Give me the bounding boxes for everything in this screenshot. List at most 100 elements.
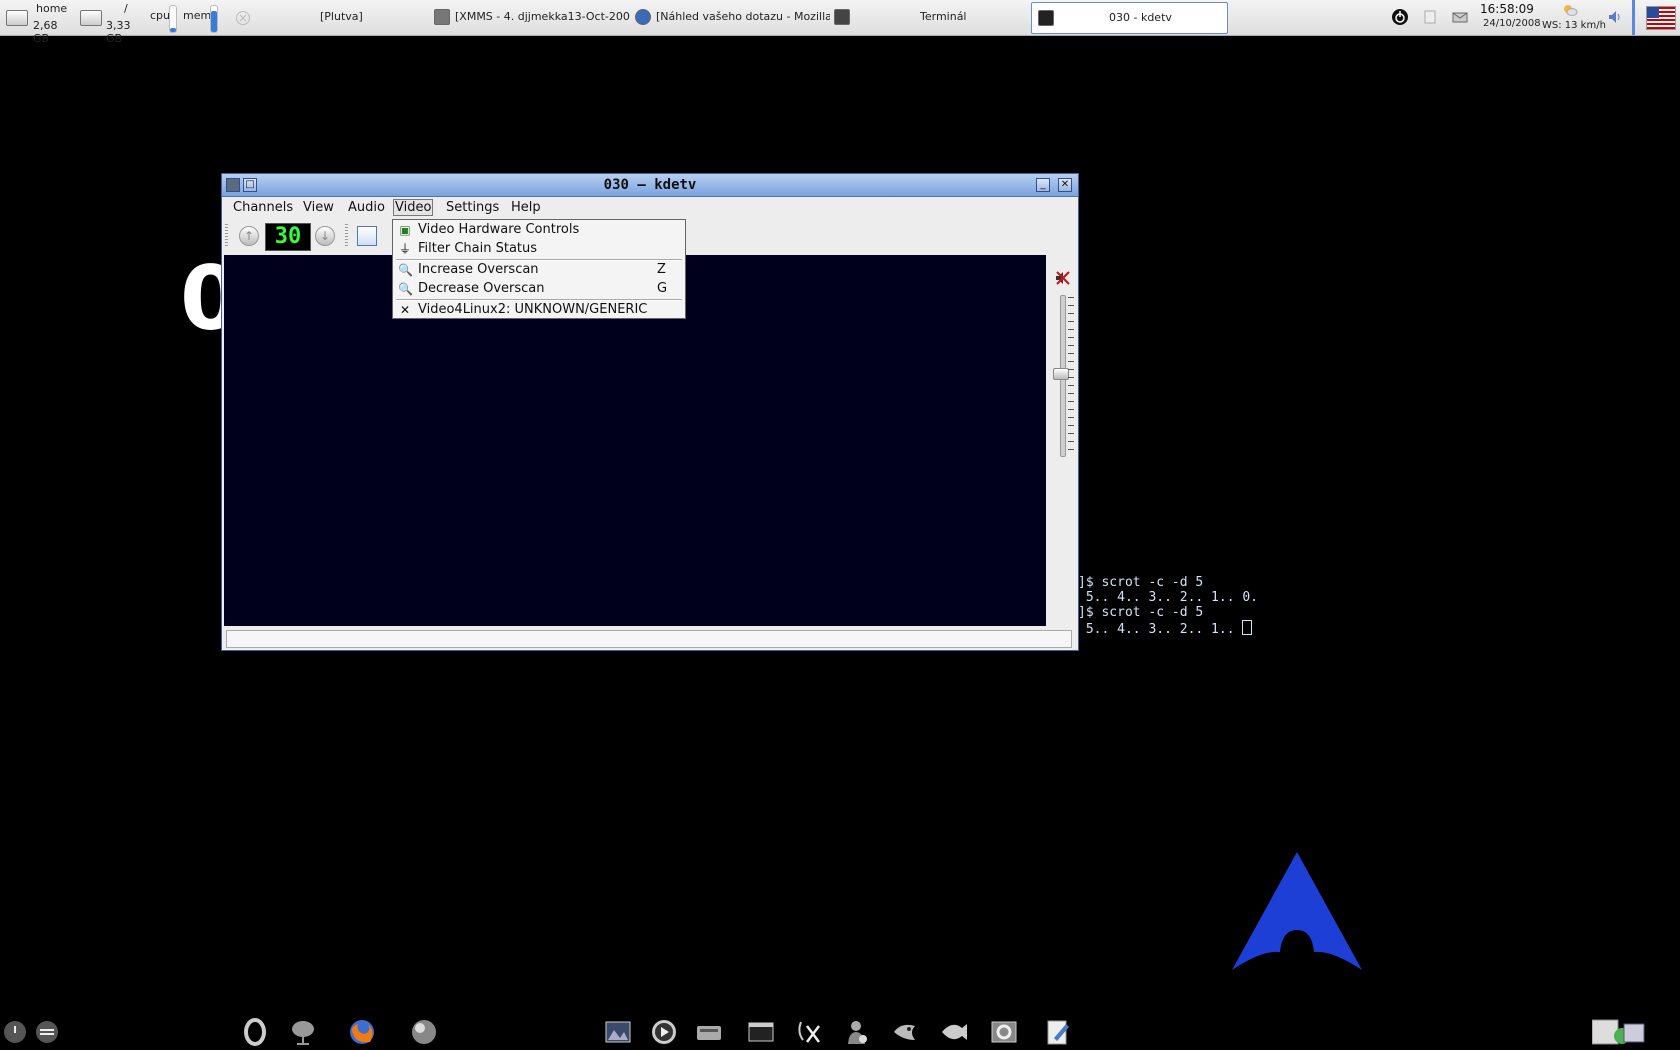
switch-user-icon[interactable]	[34, 1018, 60, 1046]
kdetv-icon	[1038, 10, 1054, 26]
mute-icon[interactable]	[1054, 269, 1072, 287]
panel-separator	[1632, 0, 1635, 35]
top-panel: home 2,68 GB / 3,33 GB cpu mem [Plutva] …	[0, 0, 1680, 45]
drive-root[interactable]: / 3,33 GB	[80, 2, 146, 45]
clock[interactable]: 16:58:09	[1480, 2, 1534, 16]
text-editor-icon[interactable]	[1044, 1018, 1072, 1046]
power-icon[interactable]	[1391, 8, 1409, 26]
mem-meter	[210, 5, 218, 33]
xchat-icon[interactable]	[795, 1018, 823, 1046]
toolbar-grip[interactable]	[225, 224, 228, 248]
globe-icon	[635, 9, 651, 25]
cpu-meter-fill	[170, 28, 176, 32]
bottom-dock	[0, 1014, 1680, 1050]
menu-item-label: Video4Linux2: UNKNOWN/GENERIC	[418, 302, 648, 317]
terminal-line: ]$ scrot -c -d 5	[1078, 575, 1204, 590]
statusbar	[226, 630, 1072, 648]
task-plutva[interactable]: [Plutva]	[320, 0, 420, 34]
pidgin-icon[interactable]	[843, 1018, 871, 1046]
menu-help[interactable]: Help	[509, 200, 543, 215]
channel-down-icon[interactable]: ↓	[315, 226, 335, 246]
clipboard-icon[interactable]	[1421, 8, 1439, 26]
toolbar-grip[interactable]	[345, 224, 348, 248]
opera-icon[interactable]	[241, 1018, 269, 1046]
menu-item-label: Video Hardware Controls	[418, 222, 580, 237]
filter-icon: ⏚	[398, 242, 411, 256]
menu-settings[interactable]: Settings	[444, 200, 501, 215]
terminal-output: ]$ scrot -c -d 5 5.. 4.. 3.. 2.. 1.. 0.]…	[1078, 575, 1258, 637]
menu-item-filter-chain-status[interactable]: ⏚ Filter Chain Status	[393, 240, 685, 258]
menu-item-video4linux2[interactable]: ✕ Video4Linux2: UNKNOWN/GENERIC	[393, 301, 685, 319]
fish-icon[interactable]	[940, 1018, 968, 1046]
volume-icon[interactable]	[1606, 8, 1624, 26]
drive-size: 2,68 GB	[33, 19, 58, 45]
zoom-in-icon: 🔍	[398, 263, 413, 277]
weather-icon[interactable]	[1562, 3, 1578, 17]
task-mozilla[interactable]: [Náhled vašeho dotazu - Mozilla ...	[635, 0, 830, 34]
menu-item-shortcut: G	[657, 281, 668, 296]
menu-item-video-hardware-controls[interactable]: ▣ Video Hardware Controls	[393, 221, 685, 239]
menu-video[interactable]: Video	[393, 199, 434, 216]
volume-slider-handle[interactable]	[1053, 367, 1069, 380]
channel-display: 30	[265, 223, 311, 251]
task-label: 030 - kdetv	[1109, 11, 1172, 24]
gimp-icon[interactable]	[891, 1018, 919, 1046]
keyboard-layout-flag-icon[interactable]	[1646, 6, 1676, 30]
task-terminal[interactable]: Terminál	[834, 0, 1004, 34]
cpu-label: cpu	[150, 9, 171, 22]
video-menu-dropdown: ▣ Video Hardware Controls ⏚ Filter Chain…	[392, 219, 686, 319]
logout-icon[interactable]	[2, 1018, 28, 1046]
terminal-line: 5.. 4.. 3.. 2.. 1..	[1078, 622, 1243, 637]
menu-item-decrease-overscan[interactable]: 🔍 Decrease Overscan G	[393, 280, 685, 298]
menu-view[interactable]: View	[301, 200, 336, 215]
task-kdetv[interactable]: 030 - kdetv	[1031, 2, 1228, 34]
zoom-out-icon: 🔍	[398, 282, 413, 296]
system-settings-icon[interactable]	[990, 1018, 1018, 1046]
channel-editor-icon[interactable]	[357, 226, 377, 246]
terminal-line: ]$ scrot -c -d 5	[1078, 605, 1204, 620]
date: 24/10/2008	[1483, 18, 1541, 29]
satellite-dish-icon[interactable]	[289, 1018, 317, 1046]
close-circle-icon[interactable]	[235, 10, 251, 26]
task-label: [Plutva]	[320, 10, 363, 23]
image-viewer-icon[interactable]	[604, 1018, 632, 1046]
drive-name: /	[124, 2, 128, 15]
terminal-icon	[834, 9, 850, 25]
menu-channels[interactable]: Channels	[231, 200, 295, 215]
media-player-icon[interactable]	[650, 1018, 678, 1046]
window-titlebar[interactable]: □ 030 – kdetv _ ✕	[222, 174, 1078, 197]
disk-drive-icon[interactable]	[695, 1018, 723, 1046]
volume-ticks	[1068, 297, 1074, 457]
mem-meter-fill	[211, 11, 217, 32]
mail-icon[interactable]	[1451, 8, 1469, 26]
menu-item-increase-overscan[interactable]: 🔍 Increase Overscan Z	[393, 261, 685, 279]
hard-drive-icon	[80, 10, 102, 26]
drive-name: home	[36, 2, 68, 15]
channel-up-icon[interactable]: ↑	[239, 226, 259, 246]
hardware-controls-icon: ▣	[399, 223, 411, 237]
menubar: Channels View Audio Video Settings Help	[222, 197, 1078, 219]
task-label: [Náhled vašeho dotazu - Mozilla ...	[656, 10, 830, 23]
task-xmms[interactable]: [XMMS - 4. djjmekka13-Oct-200...	[434, 0, 630, 34]
minimize-icon[interactable]: _	[1036, 178, 1050, 192]
terminal-icon[interactable]	[747, 1018, 775, 1046]
menu-item-label: Increase Overscan	[418, 262, 539, 277]
firefox-icon[interactable]	[348, 1018, 376, 1046]
menu-item-label: Filter Chain Status	[418, 241, 538, 256]
weather-wind: WS: 13 km/h	[1542, 20, 1606, 31]
menu-audio[interactable]: Audio	[346, 200, 387, 215]
pager-icon[interactable]	[1592, 1018, 1646, 1046]
terminal-cursor	[1242, 620, 1253, 635]
cpu-meter	[169, 5, 177, 33]
task-label: Terminál	[920, 10, 967, 23]
close-icon[interactable]: ✕	[1058, 178, 1072, 192]
drive-home[interactable]: home 2,68 GB	[6, 2, 72, 45]
menu-item-label: Decrease Overscan	[418, 281, 545, 296]
drive-size: 3,33 GB	[106, 19, 131, 45]
hard-drive-icon	[6, 10, 28, 26]
task-label: [XMMS - 4. djjmekka13-Oct-200...	[455, 10, 630, 23]
checkmark-x-icon: ✕	[399, 303, 411, 317]
xmms-icon	[434, 9, 450, 25]
terminal-line: 5.. 4.. 3.. 2.. 1.. 0.	[1078, 590, 1259, 605]
sphere-icon[interactable]	[410, 1018, 438, 1046]
